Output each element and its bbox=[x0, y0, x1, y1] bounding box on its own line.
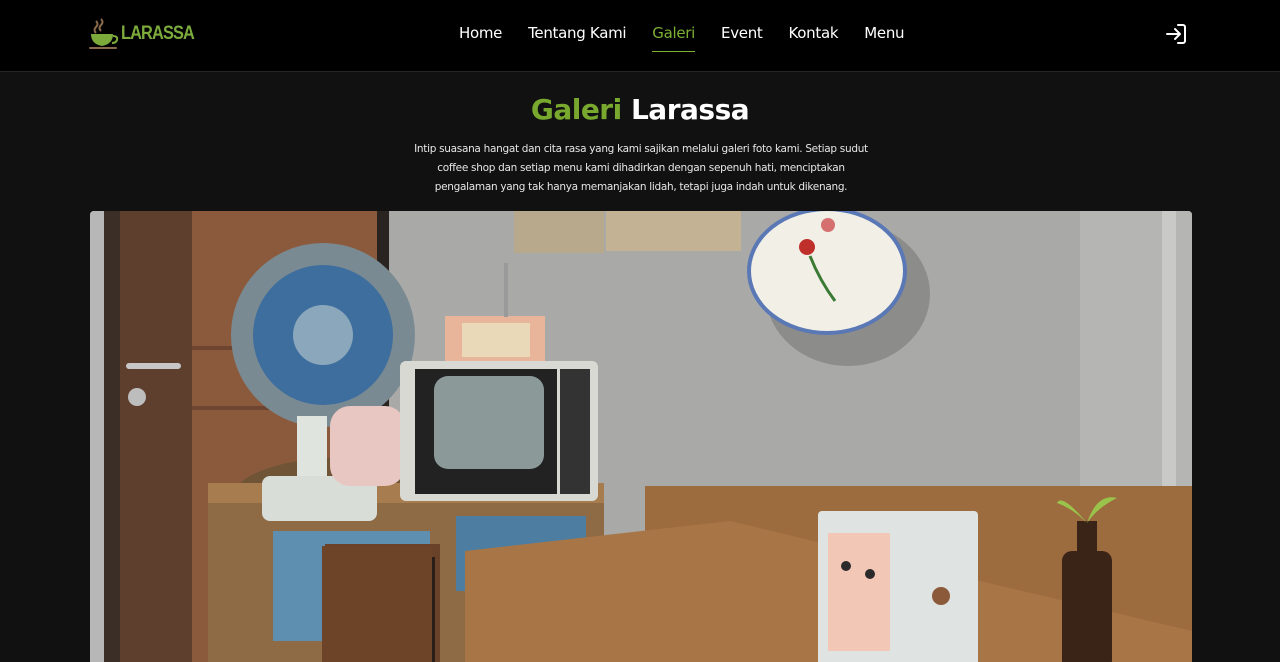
main-nav: Home Tentang Kami Galeri Event Kontak Me… bbox=[459, 23, 930, 52]
brand-name: LARASSA bbox=[121, 23, 195, 44]
nav-kontak[interactable]: Kontak bbox=[789, 23, 839, 52]
gallery-title-accent: Galeri bbox=[530, 93, 622, 126]
brand-logo[interactable]: LARASSA bbox=[89, 18, 206, 50]
nav-home[interactable]: Home bbox=[459, 23, 502, 52]
nav-tentang-kami[interactable]: Tentang Kami bbox=[528, 23, 626, 52]
coffee-cup-icon bbox=[89, 18, 119, 49]
nav-menu[interactable]: Menu bbox=[864, 23, 904, 52]
nav-galeri[interactable]: Galeri bbox=[652, 23, 695, 52]
gallery-description: Intip suasana hangat dan cita rasa yang … bbox=[414, 143, 868, 193]
cafe-interior-image bbox=[90, 211, 1192, 662]
login-button[interactable] bbox=[1164, 22, 1188, 46]
nav-event[interactable]: Event bbox=[721, 23, 763, 52]
gallery-photo[interactable] bbox=[90, 211, 1192, 662]
gallery-title-rest: Larassa bbox=[630, 93, 750, 126]
gallery-title: Galeri Larassa bbox=[0, 93, 1280, 126]
login-icon bbox=[1166, 24, 1186, 44]
navbar: LARASSA Home Tentang Kami Galeri Event K… bbox=[0, 0, 1280, 72]
